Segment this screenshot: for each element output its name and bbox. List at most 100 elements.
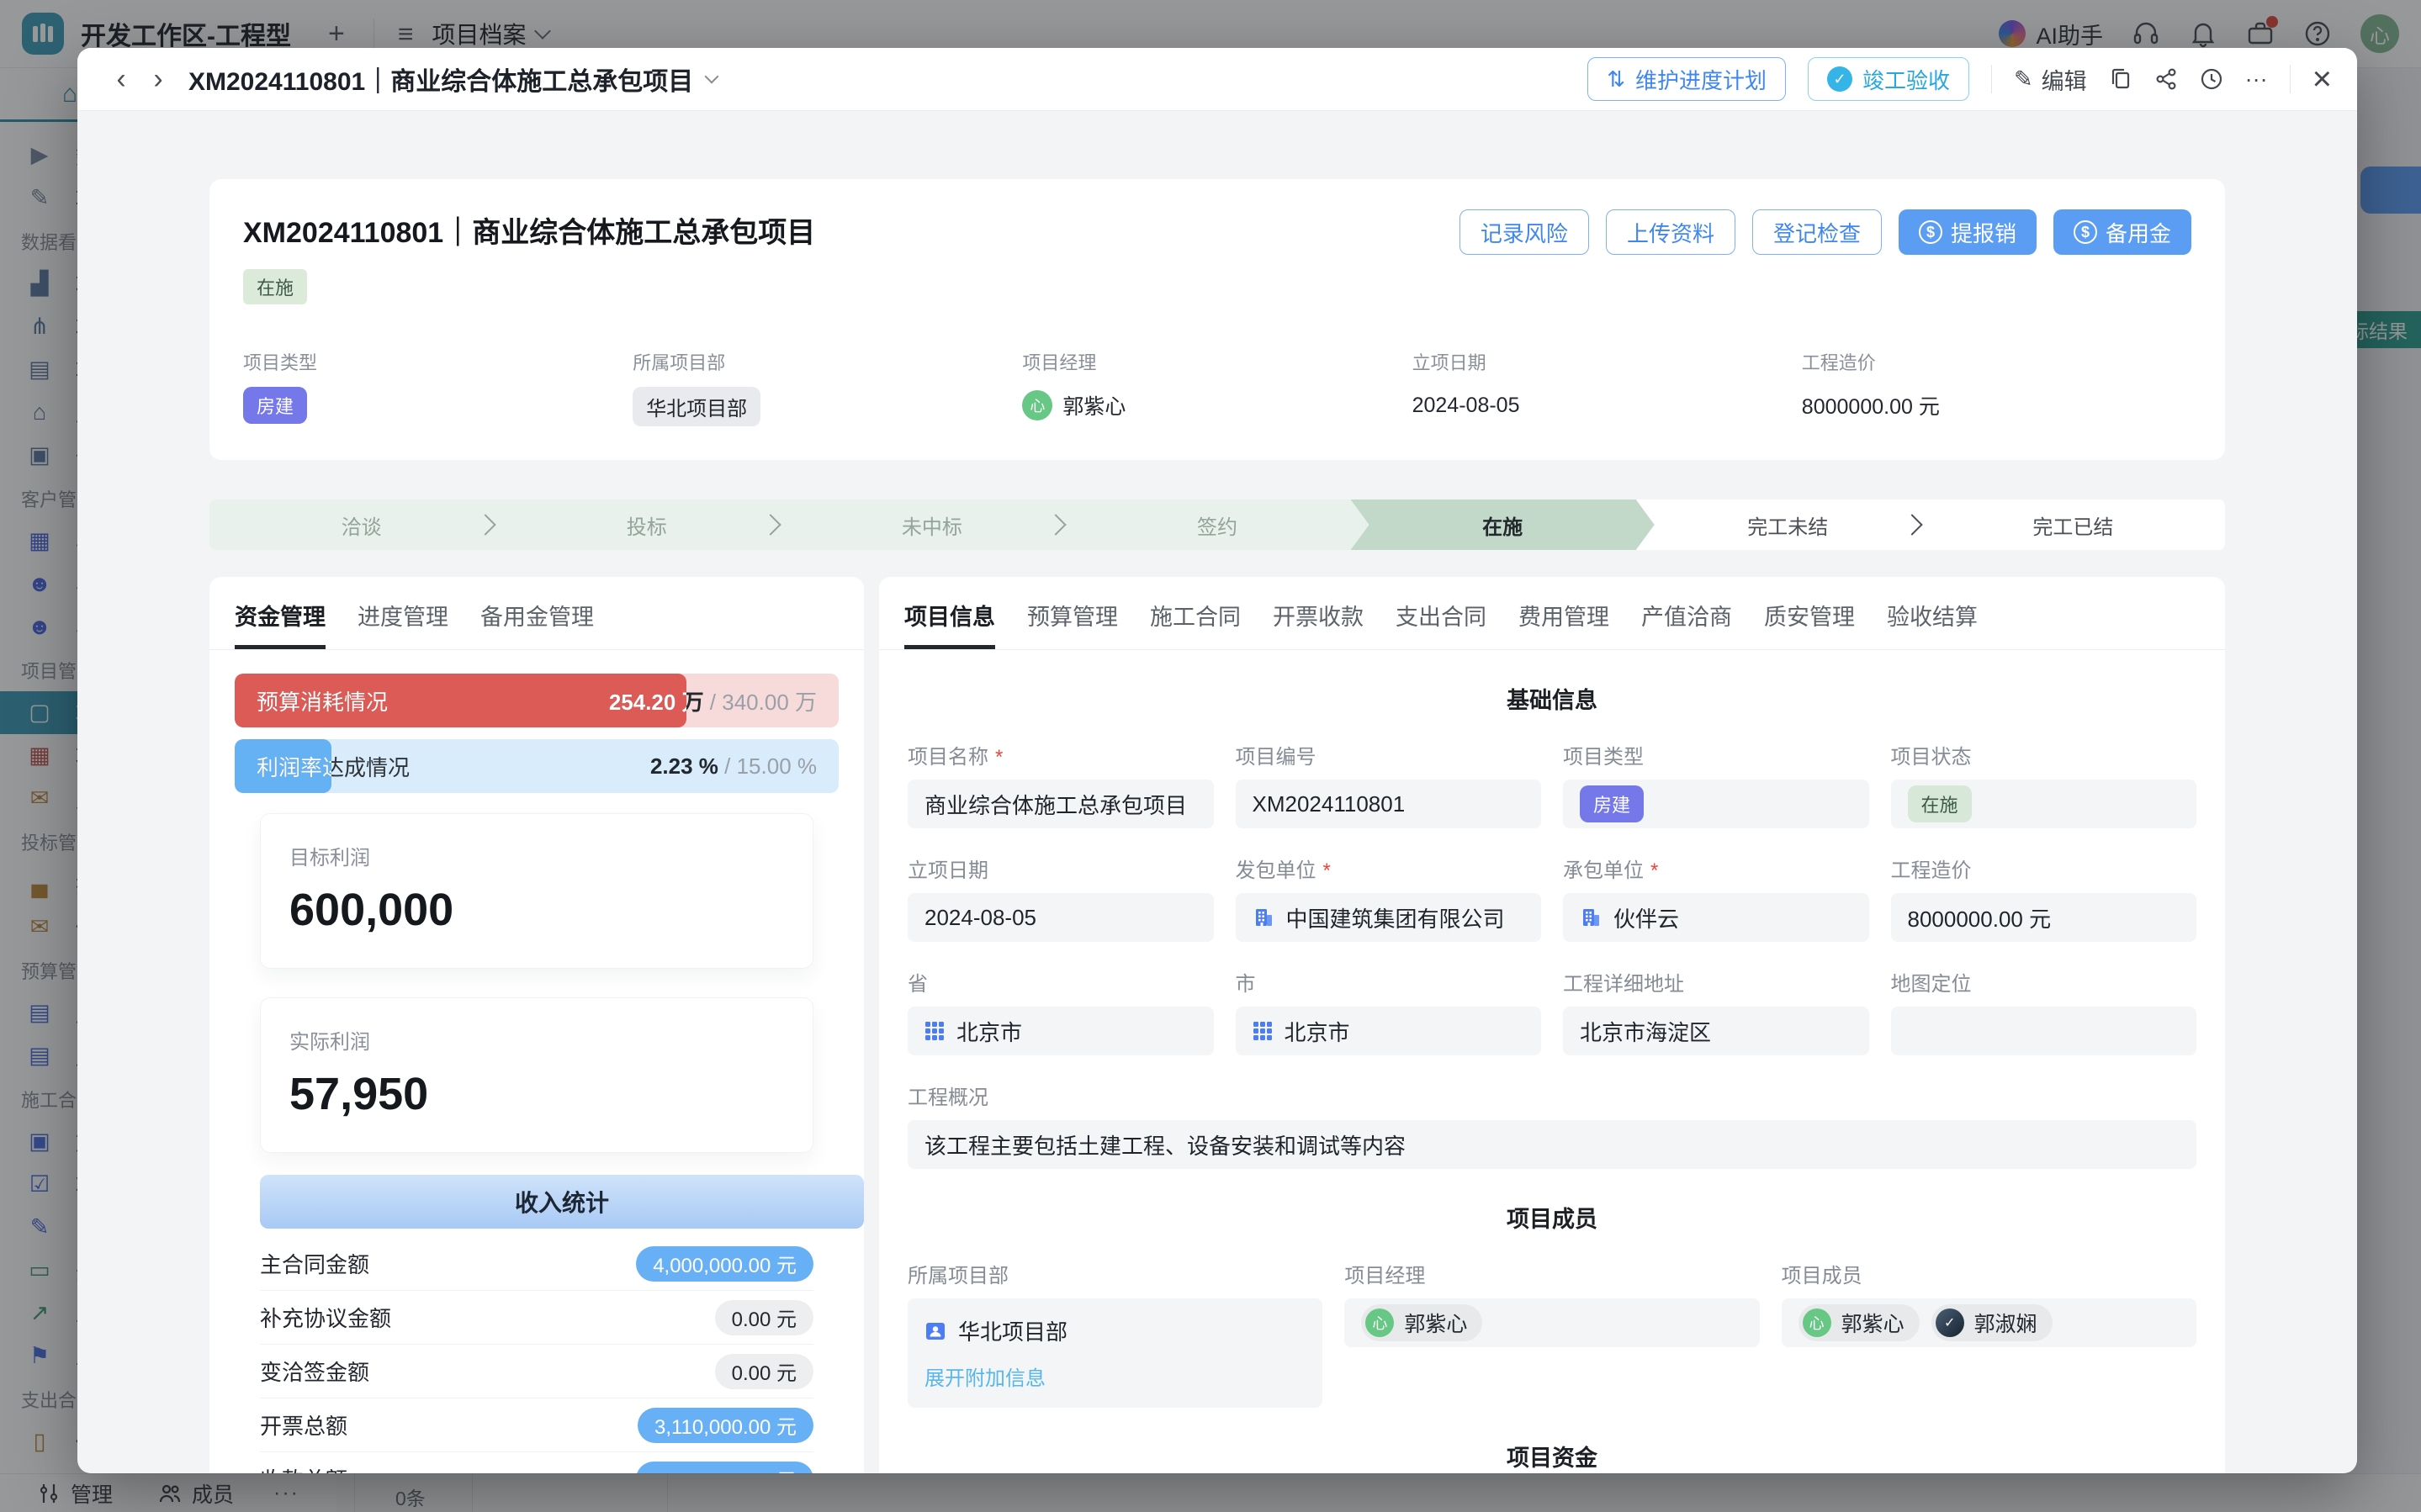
amount-pill: 2,600,000.00 元 (636, 1462, 813, 1474)
field-value-box[interactable]: 华北项目部展开附加信息 (908, 1298, 1322, 1408)
field-label: 项目类型 (1563, 740, 1869, 769)
field-value-box[interactable]: XM2024110801 (1236, 780, 1542, 828)
field: 承包单位* 伙伴云 (1563, 854, 1869, 942)
tab-item[interactable]: 施工合同 (1150, 599, 1241, 649)
field-label: 项目状态 (1891, 740, 2197, 769)
tab-item[interactable]: 验收结算 (1887, 599, 1978, 649)
more-actions-button[interactable]: ··· (2245, 66, 2268, 93)
tab-active[interactable]: 资金管理 (235, 599, 326, 649)
member-pill[interactable]: 心郭紫心 (1361, 1304, 1482, 1341)
history-button[interactable] (2200, 67, 2223, 91)
tab-item[interactable]: 支出合同 (1396, 599, 1486, 649)
progress-current: 2.23 % (650, 753, 718, 779)
field-value-box[interactable] (1891, 1007, 2197, 1055)
member-pill[interactable]: ✓郭淑娴 (1931, 1304, 2053, 1341)
member-pill[interactable]: 心郭紫心 (1799, 1304, 1920, 1341)
stage-step-label: 洽谈 (342, 510, 382, 540)
prev-record-button[interactable]: ‹ (103, 63, 140, 96)
share-icon (2154, 67, 2178, 91)
field-value-box[interactable]: 2024-08-05 (908, 893, 1214, 942)
required-asterisk: * (1650, 859, 1658, 882)
field-value-box[interactable]: 心郭紫心 (1344, 1298, 1759, 1347)
field-label: 工程造价 (1891, 854, 2197, 883)
field-label: 承包单位* (1563, 854, 1869, 883)
stage-step-todo[interactable]: 完工未结 (1636, 500, 1940, 550)
field: 项目类型房建 (1563, 740, 1869, 828)
field-value-box[interactable]: 心郭紫心 ✓郭淑娴 (1782, 1298, 2196, 1347)
field-value-box[interactable]: 北京市 (1236, 1007, 1542, 1055)
field-value: 房建 (243, 387, 633, 424)
record-risk-button[interactable]: 记录风险 (1459, 209, 1589, 255)
stage-step-done[interactable]: 未中标 (780, 500, 1083, 550)
field-value-box[interactable]: 商业综合体施工总承包项目 (908, 780, 1214, 828)
field-value-box[interactable]: 房建 (1563, 780, 1869, 828)
register-check-button[interactable]: 登记检查 (1752, 209, 1882, 255)
stage-step-done[interactable]: 签约 (1065, 500, 1369, 550)
field-text: 该工程主要包括土建工程、设备安装和调试等内容 (924, 1129, 1406, 1160)
stage-step-todo[interactable]: 完工已结 (1921, 500, 2225, 550)
field-value-box[interactable]: 伙伴云 (1563, 893, 1869, 942)
tab-item[interactable]: 开票收款 (1273, 599, 1364, 649)
submit-expense-button[interactable]: $提报销 (1899, 209, 2037, 255)
stage-step-done[interactable]: 投标 (495, 500, 798, 550)
button-label: 登记检查 (1773, 217, 1861, 248)
field: 项目编号XM2024110801 (1236, 740, 1542, 828)
field-value-box[interactable]: 该工程主要包括土建工程、设备安装和调试等内容 (908, 1120, 2196, 1169)
stat-label: 目标利润 (289, 841, 784, 870)
modal-title[interactable]: XM2024110801｜商业综合体施工总承包项目 (188, 61, 717, 98)
close-icon[interactable]: × (2312, 62, 2332, 96)
field-text: 2024-08-05 (1412, 394, 1520, 418)
petty-cash-button[interactable]: $备用金 (2053, 209, 2191, 255)
region-grid-icon (924, 1021, 945, 1041)
list-item-label: 收款总额 (260, 1463, 347, 1473)
field-value-box[interactable]: 北京市海淀区 (1563, 1007, 1869, 1055)
amount-pill: 0.00 元 (715, 1354, 813, 1389)
field-label: 立项日期 (908, 854, 1214, 883)
field-value-box[interactable]: 8000000.00 元 (1891, 893, 2197, 942)
tab-item[interactable]: 进度管理 (358, 599, 448, 649)
tab-active[interactable]: 项目信息 (904, 599, 995, 649)
maintain-schedule-button[interactable]: ⇅ 维护进度计划 (1587, 57, 1786, 101)
edit-button[interactable]: ✎ 编辑 (2014, 63, 2087, 96)
summary-field: 工程造价8000000.00 元 (1802, 348, 2191, 426)
field-text: 2024-08-05 (924, 905, 1036, 931)
tab-item[interactable]: 产值洽商 (1641, 599, 1732, 649)
next-record-button[interactable]: › (140, 63, 177, 96)
list-item-label: 变洽签金额 (260, 1356, 369, 1387)
income-summary-list: 主合同金额4,000,000.00 元补充协议金额0.00 元变洽签金额0.00… (260, 1237, 813, 1473)
upload-file-button[interactable]: 上传资料 (1606, 209, 1735, 255)
copy-icon (2109, 67, 2132, 91)
completion-acceptance-button[interactable]: ✓ 竣工验收 (1808, 57, 1969, 101)
tab-item[interactable]: 质安管理 (1764, 599, 1855, 649)
member-name: 郭紫心 (1404, 1308, 1467, 1338)
field-label: 所属项目部 (633, 348, 1022, 375)
check-badge-icon: ✓ (1827, 66, 1852, 92)
field-value-box[interactable]: 北京市 (908, 1007, 1214, 1055)
field-label: 市 (1236, 967, 1542, 997)
summary-fields: 项目类型房建所属项目部华北项目部项目经理心郭紫心立项日期2024-08-05工程… (243, 348, 2191, 426)
tab-item[interactable]: 费用管理 (1518, 599, 1609, 649)
modal-title-text: XM2024110801｜商业综合体施工总承包项目 (188, 61, 693, 98)
button-label: 提报销 (1951, 217, 2016, 248)
project-info-tabs: 项目信息预算管理施工合同开票收款支出合同费用管理产值洽商质安管理验收结算 (879, 577, 2225, 650)
share-button[interactable] (2154, 67, 2178, 91)
member-name: 郭紫心 (1062, 390, 1126, 420)
progress-bar-red: 预算消耗情况254.20 万 / 340.00 万预算消耗情况254.20 万 … (235, 674, 839, 727)
stage-step-done[interactable]: 洽谈 (209, 500, 513, 550)
tab-item[interactable]: 备用金管理 (480, 599, 594, 649)
status-badge: 在施 (1908, 785, 1972, 822)
progress-bar-blue: 利润率达成情况2.23 % / 15.00 %利润率达成情况2.23 % / 1… (235, 739, 839, 793)
stage-stepper: 洽谈 投标未中标签约在施完工未结完工已结 (209, 500, 2225, 550)
tab-item[interactable]: 预算管理 (1027, 599, 1118, 649)
building-icon (1580, 907, 1602, 928)
type-badge: 房建 (1580, 785, 1644, 822)
field-value-box[interactable]: 在施 (1891, 780, 2197, 828)
divider (2290, 65, 2291, 93)
expand-extra-info-link[interactable]: 展开附加信息 (924, 1361, 1046, 1391)
field-text: 北京市海淀区 (1580, 1016, 1711, 1047)
stage-step-active[interactable]: 在施 (1351, 500, 1655, 550)
copy-button[interactable] (2109, 67, 2132, 91)
field-value-box[interactable]: 中国建筑集团有限公司 (1236, 893, 1542, 942)
income-statistics-button[interactable]: 收入统计 (260, 1175, 864, 1229)
field: 省北京市 (908, 967, 1214, 1055)
